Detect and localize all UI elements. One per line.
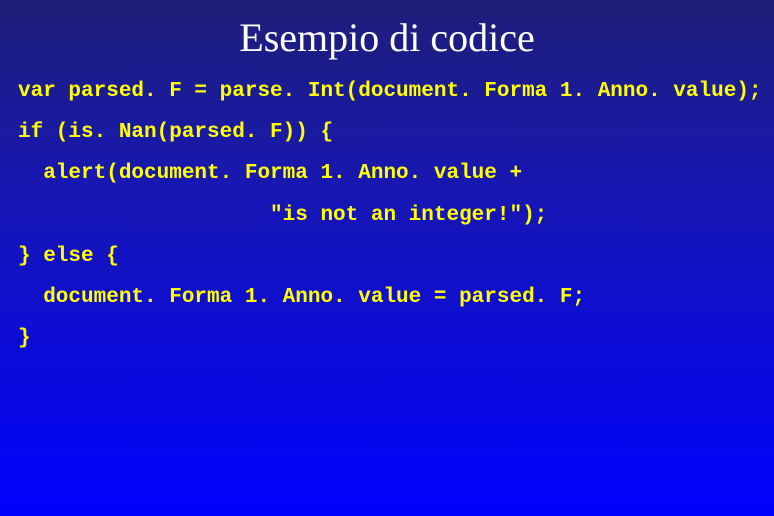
code-line: } else { <box>18 236 756 277</box>
code-line: var parsed. F = parse. Int(document. For… <box>18 71 756 112</box>
slide-title: Esempio di codice <box>0 0 774 71</box>
code-block: var parsed. F = parse. Int(document. For… <box>0 71 774 359</box>
code-line: } <box>18 318 756 359</box>
code-line: "is not an integer!"); <box>18 195 756 236</box>
code-line: document. Forma 1. Anno. value = parsed.… <box>18 277 756 318</box>
code-line: if (is. Nan(parsed. F)) { <box>18 112 756 153</box>
code-line: alert(document. Forma 1. Anno. value + <box>18 153 756 194</box>
